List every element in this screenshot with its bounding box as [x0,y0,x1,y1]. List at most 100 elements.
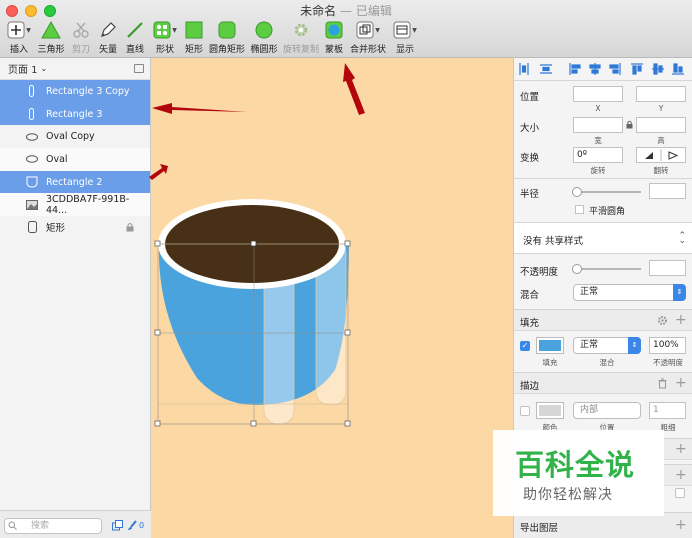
view-icon [393,21,411,39]
layers-footer: 搜索 0 [0,510,151,538]
layer-rectangle-3[interactable]: Rectangle 3 [0,102,150,126]
trash-icon[interactable] [658,378,667,389]
pen-icon [101,22,116,37]
align-center-icon [589,63,601,75]
chevron-down-icon: ⌄ [40,64,48,73]
layer-rectangle-2[interactable]: Rectangle 2 [0,170,150,194]
layer-image[interactable]: 3CDDBA7F-991B-44... [0,193,150,217]
position-x-input[interactable] [573,86,623,102]
layer-oval-copy[interactable]: Oval Copy [0,125,150,148]
rotation-input[interactable]: 0º [573,147,623,163]
opacity-label: 不透明度 [520,267,559,278]
blur-checkbox[interactable] [675,488,685,498]
opacity-slider-knob[interactable] [572,264,582,274]
radius-slider-knob[interactable] [572,187,582,197]
scissors-icon [73,22,89,38]
border-position-select[interactable]: 内部 [573,402,641,419]
lock-icon[interactable] [126,222,134,235]
width-input[interactable] [573,117,623,133]
line-tool-button[interactable]: 直线 [124,20,146,56]
copy-layers-icon[interactable] [112,520,124,531]
rounded-rectangle-icon [218,21,236,39]
add-inner-shadow-button[interactable]: + [675,468,687,482]
add-border-button[interactable]: + [675,376,687,390]
shared-style-selector[interactable]: 没有 共享样式 ⌃ ⌄ [514,223,692,253]
radius-label: 半径 [520,189,540,200]
chevron-updown-icon: ⇕ [628,337,641,354]
border-enabled-checkbox[interactable] [520,406,530,416]
opacity-slider[interactable] [576,268,641,270]
watermark-logo: 百科全说 助你轻松解决 [493,430,664,516]
combine-shapes-icon [356,21,374,39]
fill-blend-select[interactable]: 正常 ⇕ [573,337,641,354]
mask-button[interactable]: 蒙板 [323,20,345,56]
blend-label: 混合 [520,290,540,301]
triangle-icon [41,21,61,39]
window-title: 未命名 — 已编辑 [300,4,392,18]
layer-rectangle-3-copy[interactable]: Rectangle 3 Copy [0,80,150,103]
search-icon [8,521,17,530]
align-bottom-icon [672,63,684,75]
fill-enabled-checkbox[interactable]: ✓ [520,341,530,351]
height-input[interactable] [636,117,686,133]
radius-input[interactable] [649,183,686,199]
border-width-input[interactable]: 1 [649,402,686,419]
add-fill-button[interactable]: + [675,313,687,327]
smooth-corners-checkbox[interactable] [575,205,584,214]
flip-buttons[interactable] [636,147,686,163]
lock-ratio-icon[interactable] [626,120,633,129]
coffee-cup-artwork [154,199,351,427]
oval-tool-button[interactable]: 椭圆形 [250,20,278,56]
shape-menu-button[interactable]: ▼ 形状 [152,20,178,56]
rounded-rectangle-tool-button[interactable]: 圆角矩形 [209,20,245,56]
oval-icon [255,21,273,39]
oval-layer-icon [26,155,38,164]
combine-shapes-button[interactable]: ▼ 合并形状 [350,20,386,56]
alignment-toolbar [519,63,684,75]
view-button[interactable]: ▼ 显示 [393,20,417,56]
radius-slider[interactable] [576,191,641,193]
triangle-tool-button[interactable]: 三角形 [38,20,65,56]
position-label: 位置 [520,92,540,103]
position-y-input[interactable] [636,86,686,102]
chevron-updown-icon: ⇕ [673,284,686,301]
rotate-copy-button[interactable]: 旋转复制 [283,20,319,56]
layer-search-input[interactable]: 搜索 [4,518,102,534]
opacity-input[interactable] [649,260,686,276]
canvas[interactable] [151,58,513,538]
shapes-icon [153,21,171,39]
blend-mode-select[interactable]: 正常 ⇕ [573,284,686,301]
scissors-tool-button[interactable]: 剪刀 [70,20,92,56]
distribute-horizontal-icon [519,63,529,75]
rectangle-tool-button[interactable]: 矩形 [183,20,205,56]
transform-label: 变换 [520,153,540,164]
align-top-icon [631,63,643,75]
insert-button[interactable]: ▼ 插入 [6,20,32,56]
page-selector[interactable]: 页面 1 ⌄ [0,58,150,80]
border-color-swatch[interactable] [536,402,564,419]
rounded-rectangle-layer-icon [26,85,38,98]
image-layer-icon [26,199,38,210]
line-icon [127,22,143,38]
vector-tool-button[interactable]: 矢量 [97,20,119,56]
align-left-icon [569,63,581,75]
add-shadow-button[interactable]: + [675,442,687,456]
panel-toggle-icon[interactable] [134,64,144,73]
rounded-rectangle-layer-icon [26,108,38,121]
fill-color-swatch[interactable] [536,337,564,354]
distribute-vertical-icon [540,64,552,74]
oval-layer-icon [26,133,38,141]
add-export-button[interactable]: + [675,518,687,532]
toolbar: 未命名 — 已编辑 ▼ 插入 三角形 剪刀 矢量 直线 ▼ 形状 矩形 圆角矩形… [0,0,692,58]
plus-icon [7,21,25,39]
flip-icon [645,149,679,161]
fill-opacity-input[interactable]: 100% [649,337,686,354]
layers-panel: 页面 1 ⌄ Rectangle 3 Copy Rectangle 3 Oval … [0,58,151,538]
rectangle-icon [185,21,203,39]
gear-icon[interactable] [657,315,668,326]
size-label: 大小 [520,123,540,134]
layer-oval[interactable]: Oval [0,148,150,171]
brush-icon[interactable] [127,520,137,531]
layer-count: 0 [139,521,145,530]
layer-rect[interactable]: 矩形 [0,216,150,239]
